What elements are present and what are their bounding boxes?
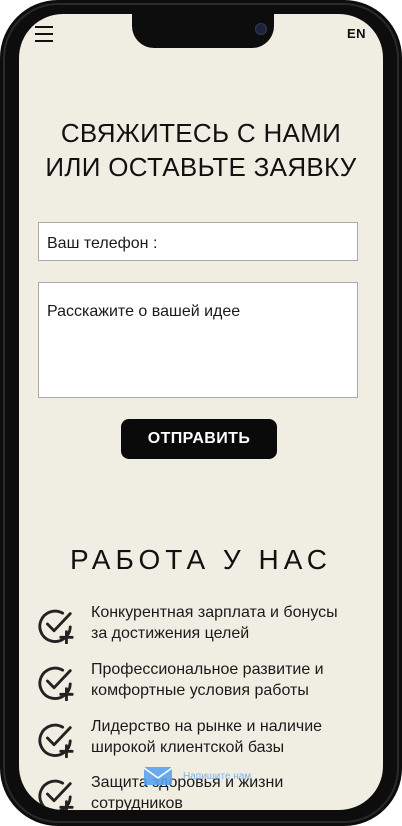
screen: EN СВЯЖИТЕСЬ С НАМИ ИЛИ ОСТАВЬТЕ ЗАЯВКУ …: [19, 14, 383, 810]
benefit-line: Профессиональное развитие и: [91, 661, 324, 678]
phone-notch: [132, 14, 274, 48]
benefit-line: Лидерство на рынке и наличие: [91, 718, 323, 735]
benefit-line: Конкурентная зарплата и бонусы: [91, 604, 338, 621]
benefit-text: Конкурентная зарплата и бонусы за достиж…: [91, 602, 361, 644]
benefit-line: за достижения целей: [91, 625, 250, 642]
benefit-text: Профессиональное развитие и комфортные у…: [91, 659, 361, 701]
benefits-list: Конкурентная зарплата и бонусы за достиж…: [19, 14, 383, 810]
check-plus-icon: [38, 609, 74, 644]
benefit-line: широкой клиентской базы: [91, 739, 285, 756]
benefit-text: Лидерство на рынке и наличие широкой кли…: [91, 716, 361, 758]
benefit-line: комфортные условия работы: [91, 682, 309, 699]
check-plus-icon: [38, 723, 74, 758]
envelope-icon[interactable]: [143, 766, 173, 786]
front-camera: [255, 23, 267, 35]
chat-widget[interactable]: Напишите нам: [143, 766, 251, 786]
chat-widget-label[interactable]: Напишите нам: [183, 771, 251, 782]
check-plus-icon: [38, 666, 74, 701]
phone-frame: EN СВЯЖИТЕСЬ С НАМИ ИЛИ ОСТАВЬТЕ ЗАЯВКУ …: [0, 0, 402, 826]
benefit-line: сотрудников: [91, 795, 183, 810]
check-plus-icon: [38, 779, 74, 810]
